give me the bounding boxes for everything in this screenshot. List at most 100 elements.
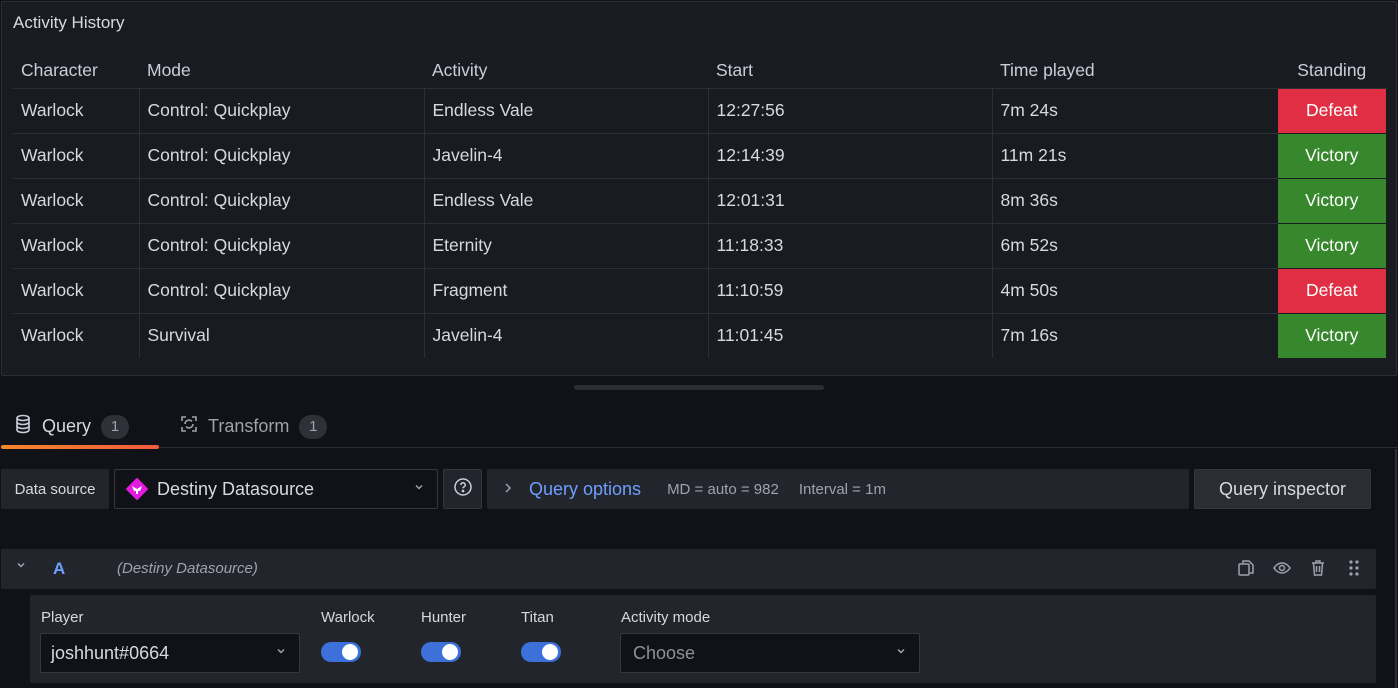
cell-character: Warlock (13, 223, 139, 269)
cell-time-played: 6m 52s (991, 223, 1277, 269)
cell-character: Warlock (13, 88, 139, 134)
chevron-down-icon (895, 645, 907, 660)
tab-transform-count: 1 (299, 414, 328, 439)
destiny-logo-icon (125, 477, 149, 501)
datasource-label: Data source (1, 469, 109, 509)
eye-icon[interactable] (1272, 558, 1292, 578)
standing-badge: Victory (1276, 222, 1387, 269)
active-tab-indicator (1, 445, 159, 449)
tab-query-label: Query (42, 416, 92, 436)
tab-query[interactable]: Query 1 (14, 405, 130, 448)
cell-activity: Endless Vale (423, 178, 708, 224)
warlock-toggle[interactable] (321, 642, 361, 662)
cell-activity: Fragment (423, 268, 708, 314)
cell-time-played: 4m 50s (991, 268, 1277, 314)
transform-icon (180, 415, 198, 438)
cell-time-played: 7m 24s (991, 88, 1277, 134)
cell-character: Warlock (21, 325, 84, 346)
panel-title: Activity History (13, 13, 125, 32)
cell-start: 11:10:59 (707, 268, 992, 314)
query-row-header: A (Destiny Datasource) (1, 549, 1376, 589)
activity-mode-placeholder: Choose (633, 642, 696, 663)
max-datapoints-info: MD = auto = 982 (667, 480, 779, 498)
cell-mode: Control: Quickplay (138, 178, 424, 224)
datasource-help-button[interactable] (443, 469, 482, 509)
column-header-start[interactable]: Start (708, 54, 992, 89)
collapse-query-chevron-icon[interactable] (15, 559, 27, 574)
standing-badge: Victory (1276, 132, 1387, 179)
cell-activity: Javelin-4 (423, 313, 708, 358)
column-header-activity[interactable]: Activity (424, 54, 708, 89)
cell-time-played: 8m 36s (991, 178, 1277, 224)
chevron-right-icon (503, 481, 513, 497)
tab-query-count: 1 (101, 414, 130, 439)
cell-start: 12:01:31 (707, 178, 992, 224)
cell-start: 12:27:56 (707, 88, 992, 134)
table-row: Warlock Control: Quickplay Endless Vale 12:… (13, 177, 1387, 224)
query-ref-id[interactable]: A (53, 559, 65, 579)
activity-table: Character Mode Activity Start Time playe… (13, 54, 1387, 358)
datasource-select[interactable]: Destiny Datasource (114, 469, 438, 509)
cell-time-played: 11m 21s (991, 133, 1277, 179)
cell-mode: Control: Quickplay (138, 88, 424, 134)
warlock-toggle-label: Warlock (321, 609, 375, 626)
query-inspector-button[interactable]: Query inspector (1194, 469, 1371, 509)
cell-mode: Survival (138, 313, 424, 358)
query-datasource-hint: (Destiny Datasource) (117, 560, 258, 577)
trash-icon[interactable] (1308, 558, 1328, 578)
cell-time-played: 7m 16s (991, 313, 1277, 358)
cell-mode: Control: Quickplay (138, 268, 424, 314)
standing-badge: Victory (1276, 312, 1387, 358)
standing-badge: Defeat (1276, 267, 1387, 314)
cell-start: 11:18:33 (707, 223, 992, 269)
hunter-toggle[interactable] (421, 642, 461, 662)
cell-activity: Javelin-4 (423, 133, 708, 179)
cell-activity: Eternity (423, 223, 708, 269)
player-label: Player (41, 609, 84, 626)
player-select[interactable]: joshhunt#0664 (40, 633, 300, 673)
query-options-toggle[interactable]: Query options MD = auto = 982 Interval =… (487, 469, 1189, 509)
titan-toggle-label: Titan (521, 609, 554, 626)
table-row: Warlock Control: Quickplay Endless Vale 12:… (13, 87, 1387, 134)
standing-badge: Victory (1276, 177, 1387, 224)
datasource-value: Destiny Datasource (157, 478, 315, 499)
cell-mode: Control: Quickplay (138, 133, 424, 179)
tab-transform[interactable]: Transform 1 (180, 405, 328, 448)
editor-tabs: Query 1 Transform 1 (0, 405, 1398, 449)
column-header-time-played[interactable]: Time played (992, 54, 1277, 89)
titan-toggle[interactable] (521, 642, 561, 662)
activity-history-panel: Activity History Character Mode Activity… (1, 1, 1397, 376)
duplicate-query-icon[interactable] (1236, 558, 1256, 578)
cell-start: 11:01:45 (707, 313, 992, 358)
table-row: Warlock Control: Quickplay Eternity 11:18:3… (13, 222, 1387, 269)
interval-info: Interval = 1m (798, 480, 886, 498)
query-options-label: Query options (529, 478, 642, 499)
query-row-actions (1236, 558, 1364, 578)
cell-character: Warlock (13, 178, 139, 224)
panel-resize-handle[interactable] (574, 385, 824, 390)
drag-handle-icon[interactable] (1344, 558, 1364, 578)
toggle-knob (342, 644, 358, 660)
column-header-mode[interactable]: Mode (139, 54, 424, 89)
scrollbar[interactable] (1395, 449, 1397, 688)
activity-mode-select[interactable]: Choose (620, 633, 920, 673)
chevron-down-icon (413, 481, 425, 496)
chevron-down-icon (275, 645, 287, 660)
column-header-character[interactable]: Character (13, 54, 139, 89)
toggle-knob (442, 644, 458, 660)
player-value: joshhunt#0664 (51, 642, 170, 663)
standing-badge: Defeat (1276, 87, 1387, 134)
toggle-knob (542, 644, 558, 660)
cell-mode: Control: Quickplay (138, 223, 424, 269)
database-icon (14, 414, 32, 439)
query-toolbar: Data source Destiny Datasource Query opt… (0, 469, 1398, 509)
table-row: Warlock Control: Quickplay Javelin-4 12:14:… (13, 132, 1387, 179)
cell-character: Warlock (13, 133, 139, 179)
table-row: Warlock Survival Javelin-4 11:01:45 7m 16s Vi… (13, 312, 1387, 358)
table-row: Warlock Control: Quickplay Fragment 11:10:5… (13, 267, 1387, 314)
activity-mode-label: Activity mode (621, 609, 711, 626)
help-icon (453, 477, 473, 502)
column-header-standing[interactable]: Standing (1277, 54, 1387, 89)
cell-start: 12:14:39 (707, 133, 992, 179)
hunter-toggle-label: Hunter (421, 609, 467, 626)
